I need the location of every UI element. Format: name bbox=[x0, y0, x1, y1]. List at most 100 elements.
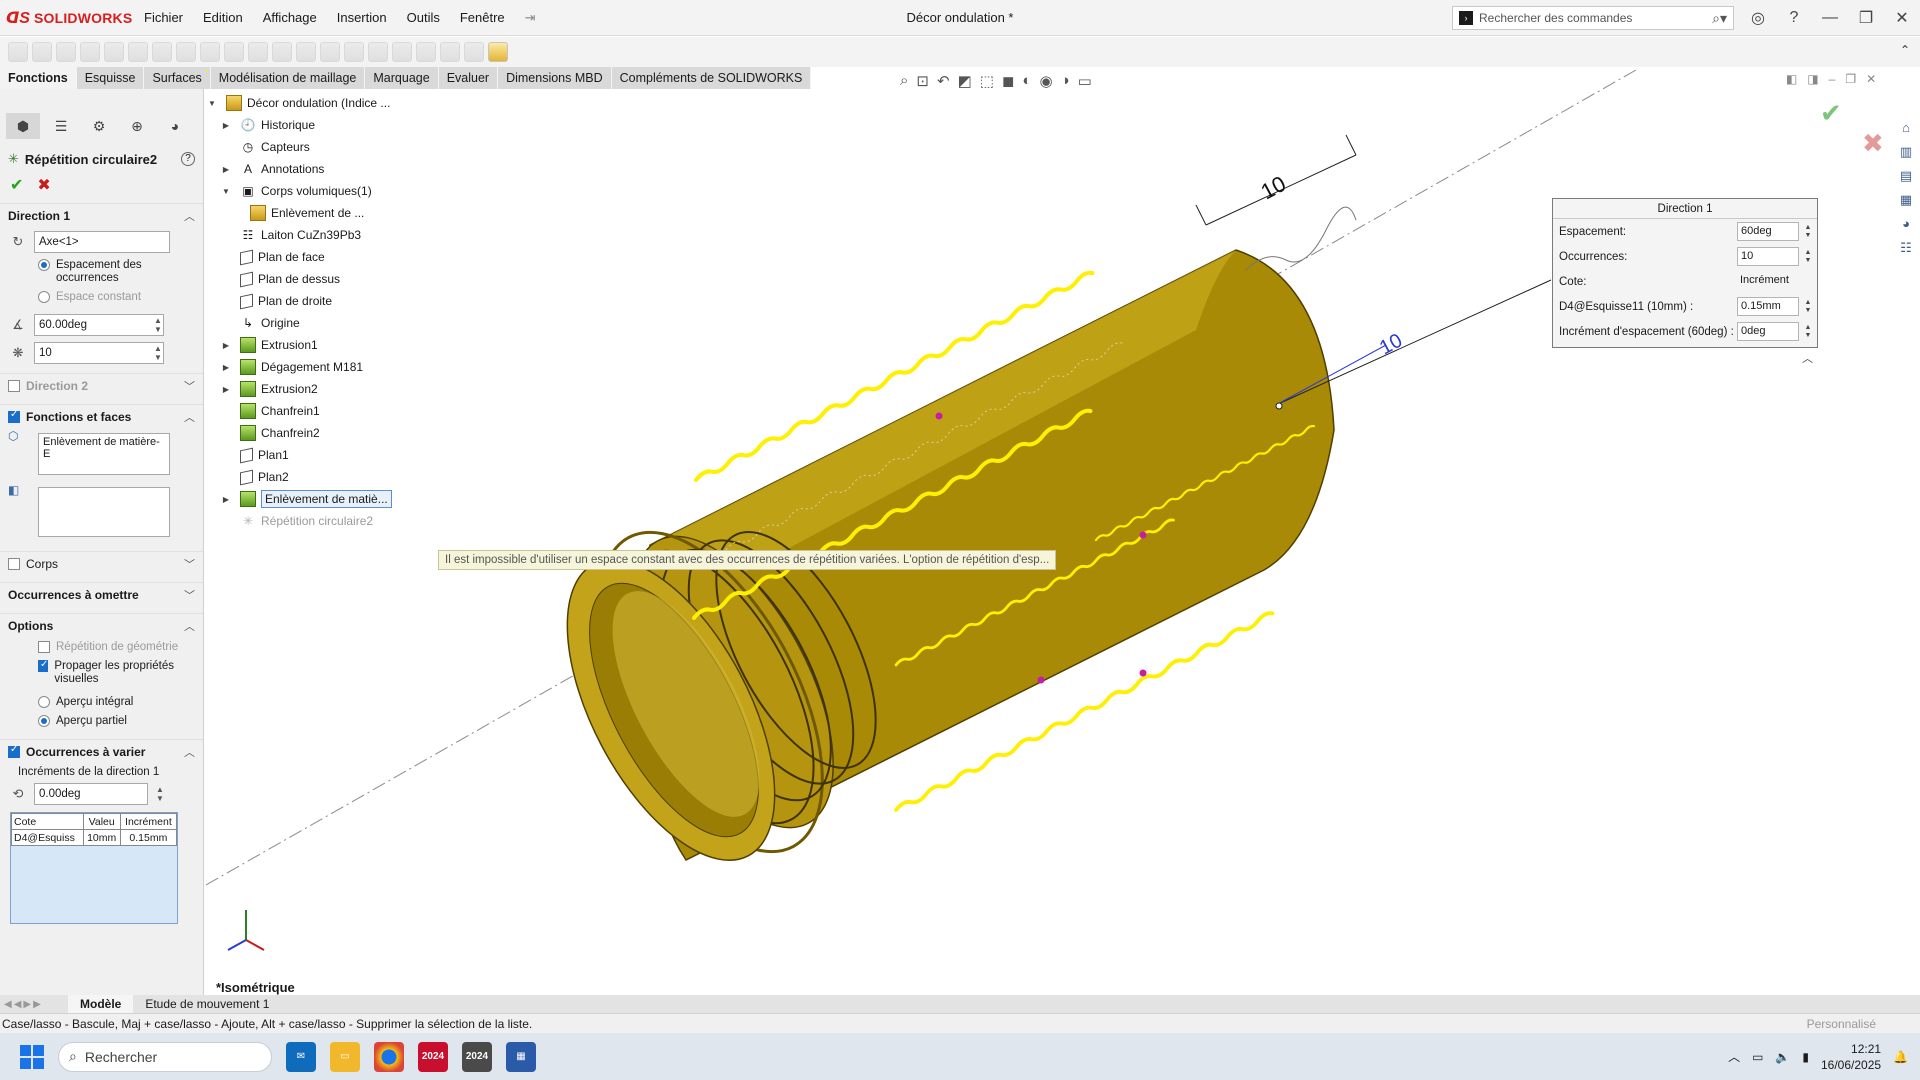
option-geometry-pattern[interactable]: Répétition de géométrie bbox=[0, 638, 203, 657]
reference-geometry-icon[interactable] bbox=[416, 42, 436, 62]
menu-outils[interactable]: Outils bbox=[397, 0, 450, 36]
confirm-ok-icon[interactable]: ✔ bbox=[1820, 98, 1842, 129]
tree-item-material[interactable]: ☷ Laiton CuZn39Pb3 bbox=[206, 224, 436, 246]
tree-item-historique[interactable]: ▶ 🕘 Historique bbox=[206, 114, 436, 136]
section-view-icon[interactable]: ◩ bbox=[958, 72, 972, 90]
vary-instances-checkbox[interactable] bbox=[8, 744, 20, 758]
skip-instances-header[interactable]: Occurrences à omettre ﹀ bbox=[0, 582, 203, 607]
cancel-button[interactable]: ✖ bbox=[37, 175, 50, 195]
tree-item-chanfrein2[interactable]: Chanfrein2 bbox=[206, 422, 436, 444]
tree-item-origine[interactable]: ↳ Origine bbox=[206, 312, 436, 334]
search-input[interactable]: Rechercher des commandes bbox=[1479, 11, 1632, 25]
loft-cut-icon[interactable] bbox=[224, 42, 244, 62]
popup-occurrences-field[interactable]: 10 bbox=[1737, 247, 1799, 266]
tab-esquisse[interactable]: Esquisse bbox=[76, 67, 145, 89]
tab-modele[interactable]: Modèle bbox=[68, 995, 134, 1013]
option-spacing[interactable]: Espacement des occurrences bbox=[0, 256, 203, 288]
partial-preview-radio[interactable] bbox=[38, 715, 50, 727]
axis-field[interactable]: Axe<1> bbox=[34, 231, 170, 253]
tab-motion-study[interactable]: Etude de mouvement 1 bbox=[133, 995, 281, 1013]
menu-edition[interactable]: Edition bbox=[193, 0, 253, 36]
previous-view-icon[interactable]: ↶ bbox=[937, 72, 950, 90]
volume-icon[interactable]: 🔈 bbox=[1775, 1050, 1790, 1064]
rib-icon[interactable] bbox=[296, 42, 316, 62]
loft-boss-icon[interactable] bbox=[80, 42, 100, 62]
tree-item-extrusion2[interactable]: ▶ Extrusion2 bbox=[206, 378, 436, 400]
chevron-up-icon[interactable]: ︿ bbox=[1728, 1048, 1740, 1065]
part-body[interactable] bbox=[525, 249, 1335, 892]
tree-item-body[interactable]: Enlèvement de ... bbox=[206, 202, 436, 224]
tree-item-capteurs[interactable]: ◷ Capteurs bbox=[206, 136, 436, 158]
option-propagate[interactable]: Propager les propriétés visuelles bbox=[0, 657, 203, 689]
curves-icon[interactable] bbox=[440, 42, 460, 62]
property-manager-tab-icon[interactable]: ☰ bbox=[44, 113, 78, 139]
solidworks-app-icon[interactable]: 2024 bbox=[418, 1041, 448, 1072]
direction2-checkbox[interactable] bbox=[8, 380, 20, 392]
features-list[interactable]: Enlèvement de matière-E bbox=[38, 433, 170, 475]
notifications-icon[interactable]: 🔔 bbox=[1893, 1050, 1908, 1064]
appearance-icon[interactable]: ◉ bbox=[1039, 72, 1052, 90]
dimension-value-callout[interactable]: 10 bbox=[1376, 330, 1406, 360]
tree-item-plan-droite[interactable]: Plan de droite bbox=[206, 290, 436, 312]
tree-item-annotations[interactable]: ▶ A Annotations bbox=[206, 158, 436, 180]
count-field[interactable]: 10 bbox=[34, 342, 164, 364]
shell-icon[interactable] bbox=[344, 42, 364, 62]
expand-icon[interactable]: ▶ bbox=[220, 341, 232, 350]
feature-manager-tab-icon[interactable]: ⬢ bbox=[6, 113, 40, 139]
spinner-icon[interactable]: ▲ ▼ bbox=[1803, 299, 1813, 315]
boundary-boss-icon[interactable] bbox=[104, 42, 124, 62]
geometry-pattern-checkbox[interactable] bbox=[38, 641, 50, 653]
extrude-cut-icon[interactable] bbox=[128, 42, 148, 62]
tab-scroll-arrows[interactable]: ◀◀▶▶ bbox=[0, 999, 68, 1010]
tree-item-plan1[interactable]: Plan1 bbox=[206, 444, 436, 466]
file-explorer-app-icon[interactable]: ▭ bbox=[330, 1041, 360, 1072]
features-list-item[interactable]: Enlèvement de matière-E bbox=[43, 436, 160, 460]
angle-field[interactable]: 60.00deg bbox=[34, 314, 164, 336]
intersect-icon[interactable] bbox=[392, 42, 412, 62]
appearances-icon[interactable]: ◕ bbox=[1896, 216, 1916, 236]
ok-button[interactable]: ✔ bbox=[10, 175, 23, 195]
collapse-ribbon-icon[interactable]: ⌃ bbox=[1900, 43, 1910, 57]
cell-value[interactable]: 10mm bbox=[82, 829, 121, 846]
dimxpert-tab-icon[interactable]: ⊕ bbox=[120, 113, 154, 139]
angle-spinner[interactable]: ▲ ▼ bbox=[152, 316, 164, 334]
chevron-down-icon[interactable]: ﹀ bbox=[184, 556, 195, 572]
taskbar-search[interactable]: ⌕ Rechercher bbox=[58, 1041, 272, 1072]
viewport-window-controls[interactable]: ◧◨–❐✕ bbox=[1786, 72, 1886, 86]
wrap-icon[interactable] bbox=[368, 42, 388, 62]
tree-item-repetition[interactable]: ✳ Répétition circulaire2 bbox=[206, 510, 436, 532]
propagate-checkbox[interactable] bbox=[38, 658, 49, 672]
full-preview-radio[interactable] bbox=[38, 696, 50, 708]
windows-start-icon[interactable] bbox=[20, 1044, 44, 1069]
units-mode[interactable]: Personnalisé bbox=[1807, 1014, 1876, 1034]
revolve-cut-icon[interactable] bbox=[176, 42, 196, 62]
expand-icon[interactable]: ▶ bbox=[220, 363, 232, 372]
network-icon[interactable]: ▭ bbox=[1752, 1050, 1763, 1064]
spinner-icon[interactable]: ▲ ▼ bbox=[1803, 224, 1813, 240]
pin-menu-icon[interactable]: ⇥ bbox=[515, 0, 546, 36]
direction2-header[interactable]: Direction 2 ﹀ bbox=[0, 373, 203, 398]
spinner-icon[interactable]: ▲ ▼ bbox=[1803, 249, 1813, 265]
tree-item-corps-volumiques[interactable]: ▼ ▣ Corps volumiques(1) bbox=[206, 180, 436, 202]
display-manager-tab-icon[interactable]: ◕ bbox=[158, 113, 192, 139]
tree-item-degagement[interactable]: ▶ Dégagement M181 bbox=[206, 356, 436, 378]
instant3d-icon[interactable] bbox=[464, 42, 484, 62]
bodies-checkbox[interactable] bbox=[8, 558, 20, 570]
clock[interactable]: 12:21 16/06/2025 bbox=[1821, 1041, 1881, 1073]
constant-radio[interactable] bbox=[38, 291, 50, 303]
tree-item-extrusion1[interactable]: ▶ Extrusion1 bbox=[206, 334, 436, 356]
minimize-button[interactable]: — bbox=[1812, 9, 1848, 27]
solidworks-logo[interactable]: ꓷS SOLIDWORKS bbox=[6, 8, 134, 28]
search-icon[interactable]: ⌕▾ bbox=[1712, 10, 1727, 27]
menu-fenetre[interactable]: Fenêtre bbox=[450, 0, 515, 36]
angle-increment-spinner[interactable]: ▲ ▼ bbox=[154, 785, 166, 803]
sweep-cut-icon[interactable] bbox=[200, 42, 220, 62]
tree-item-enlevement[interactable]: ▶ Enlèvement de matiè... bbox=[206, 488, 436, 510]
help-icon[interactable]: ? bbox=[181, 152, 195, 166]
cell-increment[interactable]: 0.15mm bbox=[119, 829, 178, 846]
expand-icon[interactable]: ▶ bbox=[220, 165, 232, 174]
popup-d4-field[interactable]: 0.15mm bbox=[1737, 297, 1799, 316]
expand-icon[interactable]: ▶ bbox=[220, 121, 232, 130]
help-icon[interactable]: ? bbox=[1776, 9, 1812, 27]
chevron-up-icon[interactable]: ︿ bbox=[184, 744, 195, 760]
